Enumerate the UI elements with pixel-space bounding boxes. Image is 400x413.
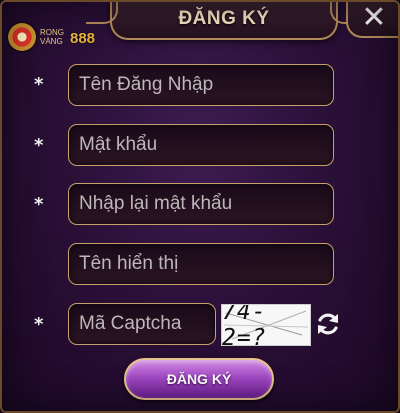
- username-field-box: [68, 64, 334, 106]
- dialog-title-tab: ĐĂNG KÝ: [86, 2, 362, 40]
- required-marker-password-confirm: *: [34, 194, 44, 215]
- logo-text-bottom: VÀNG: [40, 37, 63, 46]
- refresh-icon: [318, 313, 338, 335]
- register-dialog: ĐĂNG KÝ ✕ RONG VÀNG 888 * * * *: [0, 0, 400, 413]
- required-marker-captcha: *: [34, 314, 44, 335]
- password-input[interactable]: [69, 125, 333, 165]
- logo-icon: [8, 23, 36, 51]
- captcha-text: 74-2=?: [222, 304, 267, 346]
- dialog-title: ĐĂNG KÝ: [178, 8, 270, 29]
- close-button[interactable]: ✕: [346, 0, 398, 38]
- logo-number: 888: [70, 30, 96, 47]
- captcha-field-box: [68, 303, 216, 345]
- required-marker-username: *: [34, 74, 44, 95]
- username-input[interactable]: [69, 65, 333, 105]
- register-submit-button[interactable]: ĐĂNG KÝ: [124, 358, 274, 400]
- password-confirm-field-box: [68, 183, 334, 225]
- logo-text: RONG VÀNG: [40, 28, 64, 46]
- display-name-field-box: [68, 243, 334, 285]
- logo-text-top: RONG: [40, 28, 64, 37]
- password-field-box: [68, 124, 334, 166]
- display-name-input[interactable]: [69, 244, 333, 284]
- password-confirm-input[interactable]: [69, 184, 333, 224]
- brand-logo: RONG VÀNG 888: [8, 22, 95, 52]
- captcha-image: 74-2=?: [221, 304, 311, 346]
- register-submit-label: ĐĂNG KÝ: [166, 371, 232, 387]
- close-icon: ✕: [361, 0, 387, 35]
- captcha-input[interactable]: [69, 304, 215, 344]
- required-marker-password: *: [34, 135, 44, 156]
- captcha-refresh-button[interactable]: [313, 308, 343, 340]
